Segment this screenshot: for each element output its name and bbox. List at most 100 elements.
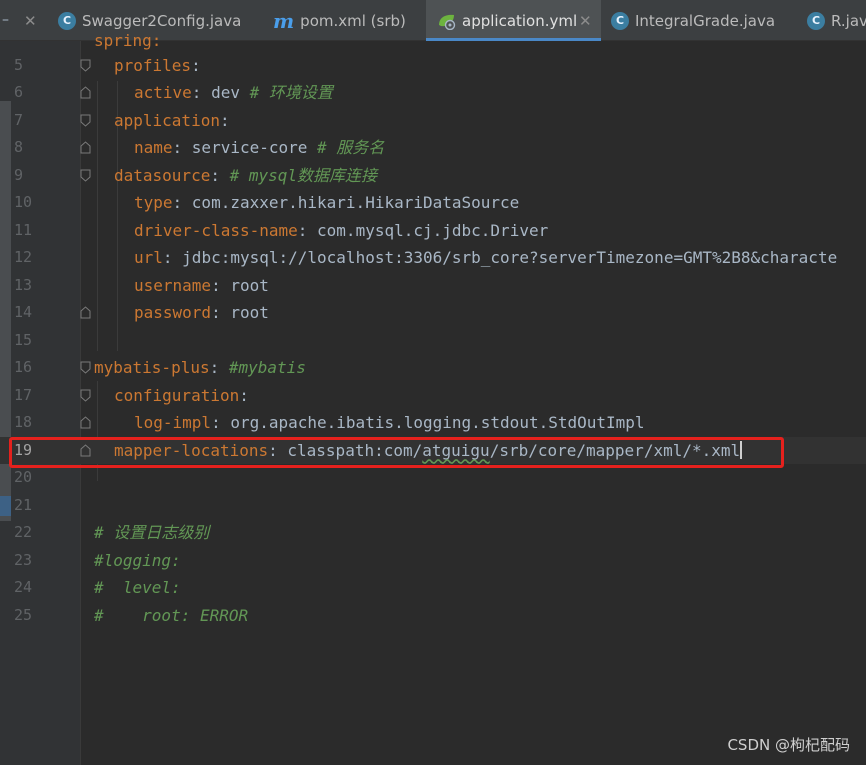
yaml-key: username — [134, 275, 212, 295]
yaml-key: driver-class-name — [134, 220, 298, 240]
yaml-separator: : — [191, 55, 201, 75]
yaml-separator: : — [297, 220, 318, 240]
yaml-separator: : — [211, 413, 231, 432]
line-number: 15 — [14, 330, 33, 349]
watermark: CSDN @枸杞配码 — [727, 736, 850, 754]
line-number: 12 — [14, 248, 33, 266]
code-line[interactable]: 12 url: jdbc:mysql://localhost:3306/srb_c… — [0, 244, 866, 272]
yaml-separator: : — [172, 193, 192, 212]
line-number: 17 — [14, 385, 33, 404]
code-line[interactable]: 21 — [0, 492, 866, 520]
code-text: name: service-core # 服务名 — [134, 134, 384, 162]
line-number: 25 — [14, 605, 33, 624]
line-number: 6 — [14, 83, 24, 101]
code-text: log-impl: org.apache.ibatis.logging.stdo… — [134, 409, 645, 437]
code-line[interactable]: 6 active: dev # 环境设置 — [0, 79, 866, 107]
yaml-value: root — [230, 303, 269, 322]
code-text: active: dev # 环境设置 — [134, 79, 333, 107]
yaml-key: mybatis-plus — [94, 358, 210, 377]
yaml-value: service-core — [191, 138, 308, 157]
line-number: 5 — [14, 55, 24, 74]
yaml-comment: # 设置日志级别 — [94, 523, 210, 542]
code-line[interactable]: 24 # level: — [0, 574, 866, 602]
fold-end-icon[interactable] — [80, 416, 91, 429]
code-line[interactable]: 17 configuration: — [0, 382, 866, 410]
yaml-value: root — [230, 275, 269, 295]
code-text: type: com.zaxxer.hikari.HikariDataSource — [134, 189, 519, 217]
line-number: 22 — [14, 523, 33, 541]
code-line[interactable]: 10 type: com.zaxxer.hikari.HikariDataSour… — [0, 189, 866, 217]
yaml-separator: : — [209, 358, 229, 377]
yaml-value: com.mysql.cj.jdbc.Driver — [317, 220, 549, 240]
line-number: 8 — [14, 138, 24, 156]
code-line[interactable]: 9 datasource: # mysql数据库连接 — [0, 162, 866, 190]
code-line[interactable]: 7 application: — [0, 107, 866, 135]
yaml-key: application — [114, 110, 220, 130]
line-number: 24 — [14, 578, 33, 596]
code-text: # 设置日志级别 — [94, 519, 209, 547]
yaml-separator: : — [211, 303, 231, 322]
line-number: 21 — [14, 495, 33, 514]
line-number: 9 — [14, 165, 24, 184]
yaml-value: org.apache.ibatis.logging.stdout.StdOutI… — [230, 413, 645, 432]
code-line[interactable]: 20 — [0, 464, 866, 492]
code-line[interactable]: 13 username: root — [0, 272, 866, 300]
code-text: datasource: # mysql数据库连接 — [114, 162, 377, 190]
yaml-key: url — [134, 248, 163, 267]
yaml-key: datasource — [114, 165, 211, 185]
code-line[interactable]: 22 # 设置日志级别 — [0, 519, 866, 547]
yaml-comment: #logging: — [94, 550, 181, 570]
yaml-key: password — [134, 303, 212, 322]
line-number: 14 — [14, 303, 33, 321]
yaml-separator: : — [239, 385, 249, 405]
code-text: mybatis-plus: #mybatis — [94, 354, 306, 382]
line-number: 10 — [14, 193, 33, 211]
line-number: 11 — [14, 220, 33, 239]
code-line[interactable]: 11 driver-class-name: com.mysql.cj.jdbc.D… — [0, 217, 866, 245]
yaml-separator: : — [219, 110, 230, 130]
fold-end-icon[interactable] — [80, 141, 91, 154]
yaml-key: active — [134, 83, 192, 102]
yaml-comment: # 服务名 — [317, 138, 385, 157]
code-editor[interactable]: spring: 5 profiles: 6 active: dev # 环境设置 7 ap… — [0, 31, 866, 765]
code-line[interactable]: 8 name: service-core # 服务名 — [0, 134, 866, 162]
fold-open-icon[interactable] — [80, 114, 91, 127]
code-line[interactable]: 15 — [0, 327, 866, 355]
code-line[interactable]: 14 password: root — [0, 299, 866, 327]
code-text: password: root — [134, 299, 269, 327]
code-text: configuration: — [114, 382, 249, 410]
yaml-key: configuration — [114, 385, 240, 405]
red-highlight-box — [9, 437, 784, 468]
yaml-comment: #mybatis — [228, 358, 306, 377]
yaml-key: type — [134, 193, 173, 212]
fold-open-icon[interactable] — [80, 169, 91, 182]
yaml-value: jdbc:mysql://localhost:3306/srb_core?ser… — [182, 248, 838, 267]
line-number: 7 — [14, 110, 24, 129]
code-line[interactable]: 25 # root: ERROR — [0, 602, 866, 630]
code-text: profiles: — [114, 52, 201, 80]
code-text: driver-class-name: com.mysql.cj.jdbc.Dri… — [134, 217, 548, 245]
yaml-value: com.zaxxer.hikari.HikariDataSource — [191, 193, 520, 212]
code-line[interactable]: 16 mybatis-plus: #mybatis — [0, 354, 866, 382]
line-number: 20 — [14, 468, 33, 486]
fold-end-icon[interactable] — [80, 306, 91, 319]
yaml-separator: : — [172, 138, 192, 157]
yaml-comment: # 环境设置 — [249, 83, 333, 102]
code-line[interactable]: 23 #logging: — [0, 547, 866, 575]
yaml-comment: # level: — [94, 578, 181, 597]
yaml-key: spring: — [94, 31, 162, 50]
fold-open-icon[interactable] — [80, 389, 91, 402]
line-number: 18 — [14, 413, 33, 431]
line-number: 13 — [14, 275, 33, 294]
fold-open-icon[interactable] — [80, 361, 91, 374]
fold-end-icon[interactable] — [80, 86, 91, 99]
fold-open-icon[interactable] — [80, 59, 91, 72]
code-text: # root: ERROR — [94, 602, 248, 630]
code-line[interactable]: 18 log-impl: org.apache.ibatis.logging.st… — [0, 409, 866, 437]
code-line[interactable]: 5 profiles: — [0, 52, 866, 80]
code-text: username: root — [134, 272, 269, 300]
yaml-value: dev — [211, 83, 240, 102]
line-number: 23 — [14, 550, 33, 569]
code-text: #logging: — [94, 547, 181, 575]
code-text: application: — [114, 107, 230, 135]
